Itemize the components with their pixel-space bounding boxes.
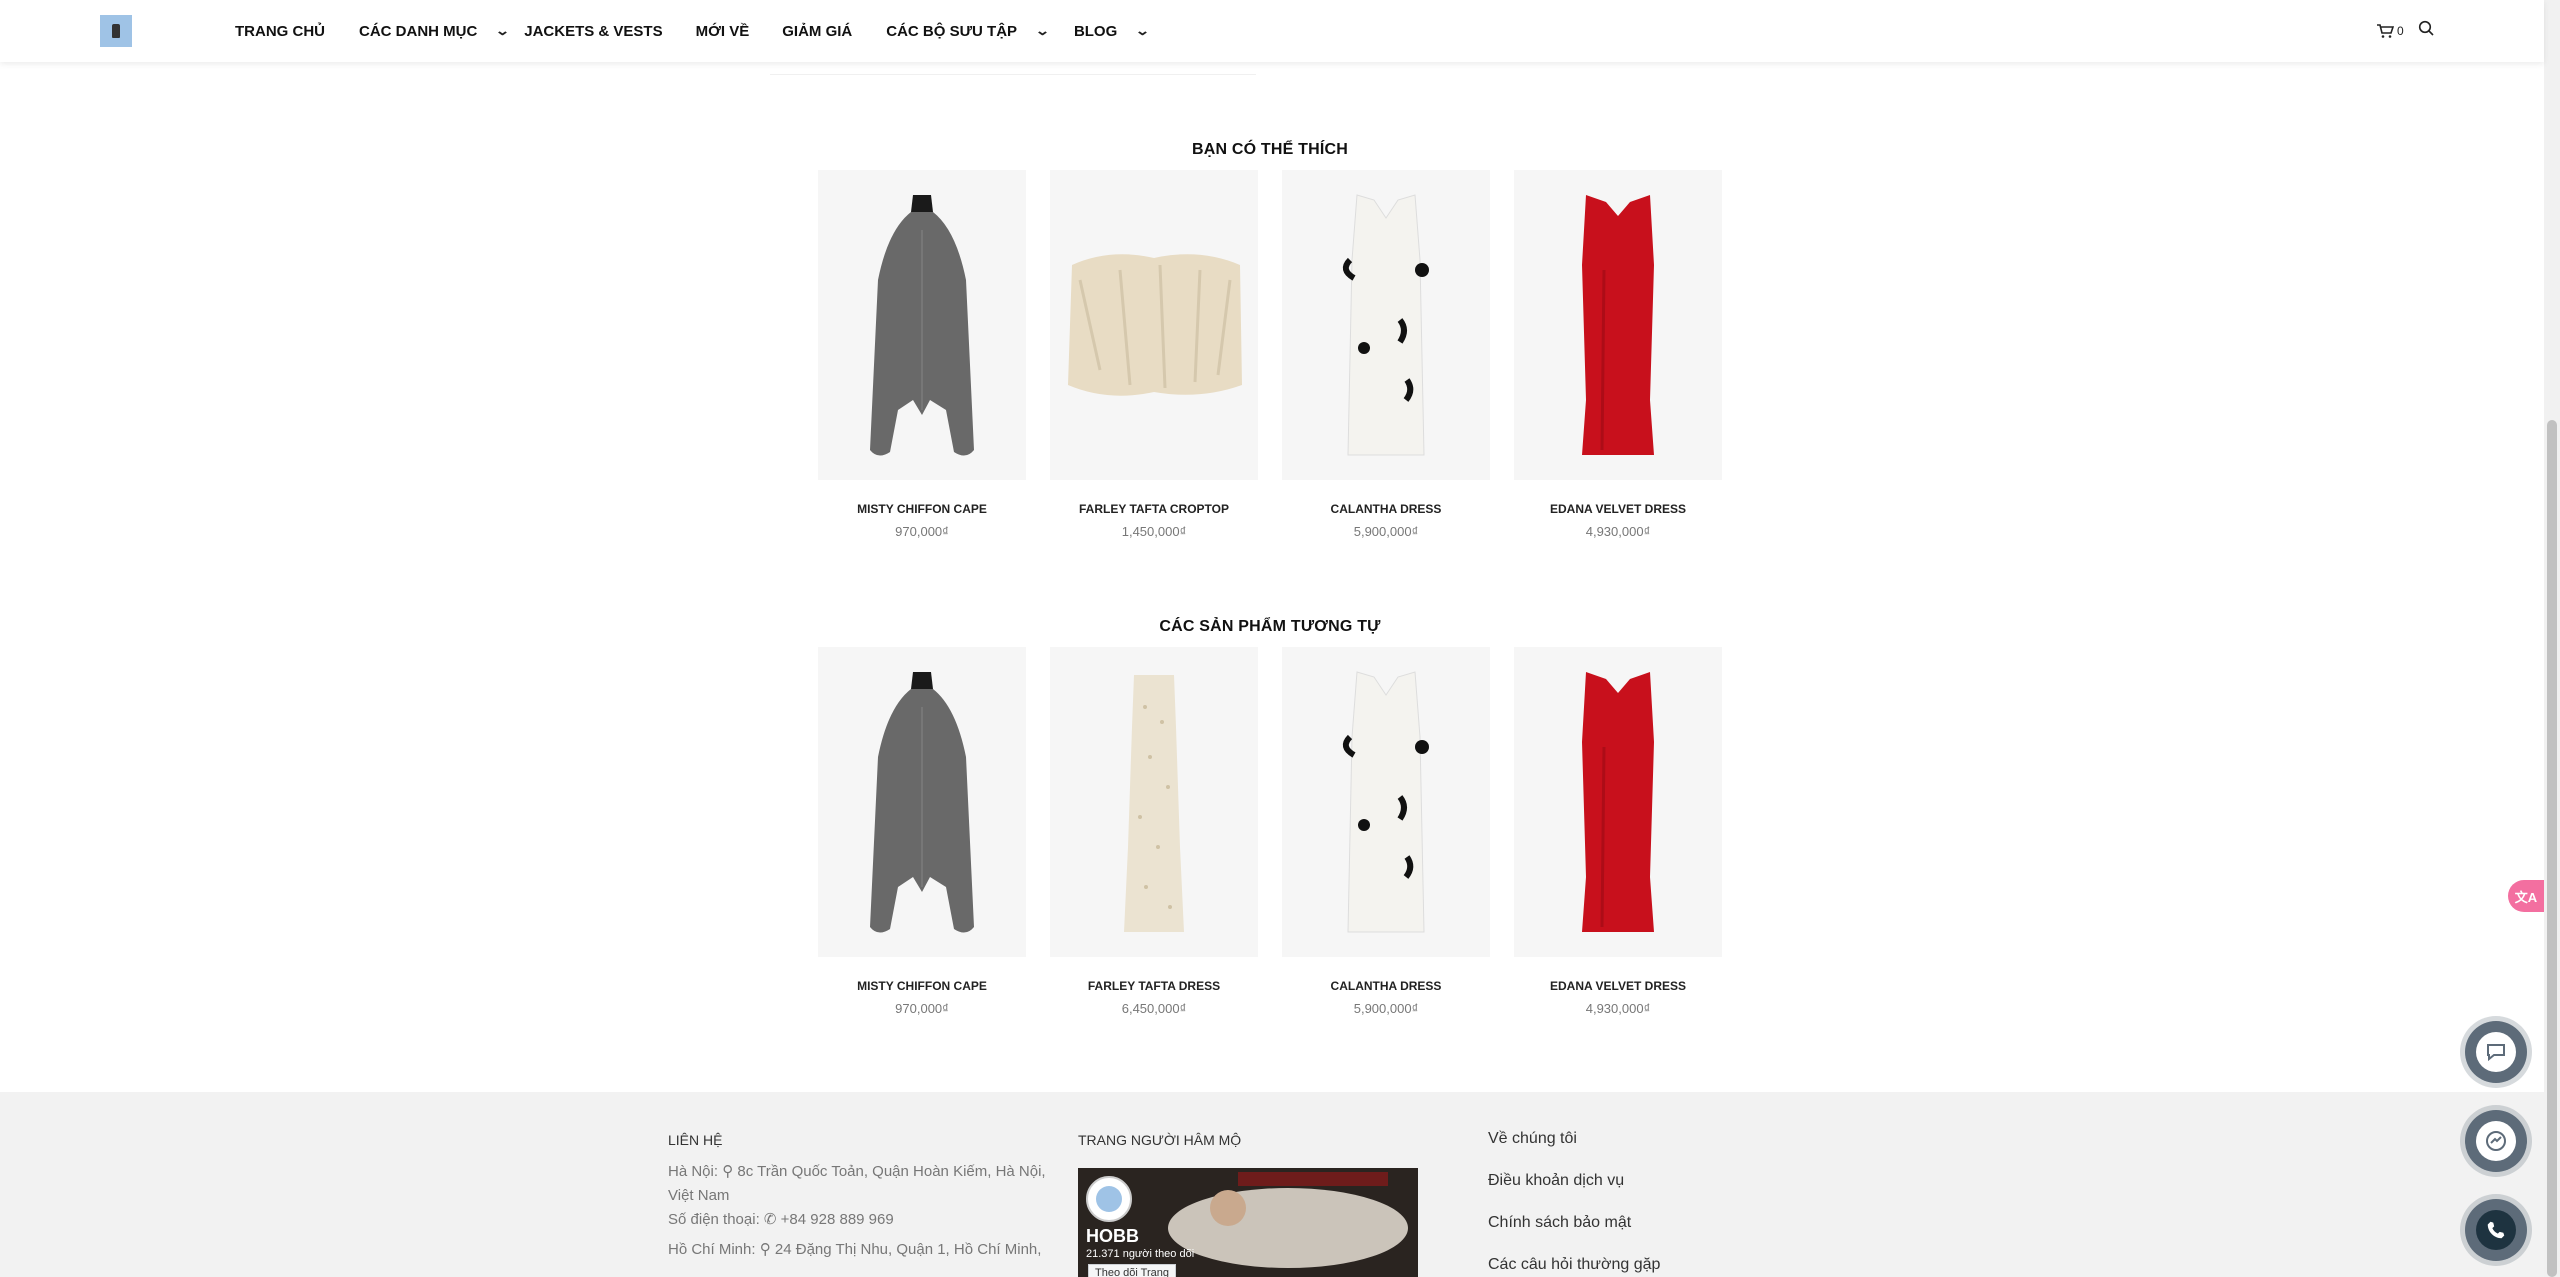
- messenger-icon: [2486, 1131, 2506, 1151]
- nav-item-sale[interactable]: GIẢM GIÁ: [782, 23, 852, 40]
- footer-contact: LIÊN HỆ Hà Nội: ⚲ 8c Trần Quốc Toản, Quậ…: [668, 1132, 1058, 1262]
- product-grid-you-may-like: MISTY CHIFFON CAPE 970,000₫ FARLEY TAFTA…: [818, 170, 1722, 539]
- nav-item-new-arrivals[interactable]: MỚI VỀ: [696, 23, 750, 40]
- product-grid-similar: MISTY CHIFFON CAPE 970,000₫ FARLEY TAFTA…: [818, 647, 1722, 1016]
- header-actions: 0: [2376, 20, 2434, 41]
- product-image[interactable]: [818, 170, 1026, 480]
- product-card[interactable]: CALANTHA DRESS 5,900,000₫: [1282, 170, 1490, 539]
- divider: [770, 74, 1256, 75]
- footer-phone: Số điện thoại: ✆ +84 928 889 969: [668, 1211, 894, 1228]
- phone-icon: ✆: [763, 1211, 777, 1228]
- product-price: 970,000₫: [895, 1001, 949, 1016]
- product-price: 1,450,000₫: [1121, 524, 1187, 539]
- phone-icon: [2487, 1221, 2505, 1239]
- translate-icon[interactable]: 文A: [2508, 880, 2544, 912]
- chat-bubble-icon: [2487, 1044, 2505, 1062]
- footer-links: Về chúng tôi Điều khoản dịch vụ Chính sá…: [1488, 1118, 1788, 1277]
- chevron-down-icon[interactable]: ⌄: [495, 23, 510, 39]
- product-card[interactable]: FARLEY TAFTA CROPTOP 1,450,000₫: [1050, 170, 1258, 539]
- product-name[interactable]: EDANA VELVET DRESS: [1514, 979, 1722, 993]
- scrollbar-thumb[interactable]: [2547, 420, 2557, 1277]
- nav-item-jackets-vests[interactable]: JACKETS & VESTS: [524, 23, 662, 40]
- product-price: 4,930,000₫: [1585, 524, 1651, 539]
- nav-item-categories[interactable]: CÁC DANH MỤC ⌄: [359, 23, 510, 40]
- chevron-down-icon[interactable]: ⌄: [1035, 23, 1050, 39]
- product-name[interactable]: FARLEY TAFTA DRESS: [1050, 979, 1258, 993]
- nav-item-blog[interactable]: BLOG ⌄: [1074, 23, 1150, 40]
- location-pin-icon: ⚲: [759, 1241, 771, 1258]
- product-name[interactable]: MISTY CHIFFON CAPE: [818, 502, 1026, 516]
- footer-hcm-address: Hồ Chí Minh: ⚲ 24 Đặng Thị Nhu, Quận 1, …: [668, 1241, 1042, 1258]
- cart-count: 0: [2397, 23, 2404, 38]
- footer-fanpage: TRANG NGƯỜI HÂM MỘ HOBB 21.371 người the…: [1078, 1132, 1438, 1277]
- product-card[interactable]: EDANA VELVET DRESS 4,930,000₫: [1514, 647, 1722, 1016]
- nav-item-home[interactable]: TRANG CHỦ: [235, 23, 325, 40]
- product-image[interactable]: [1282, 647, 1490, 957]
- main-nav: TRANG CHỦ CÁC DANH MỤC ⌄ JACKETS & VESTS …: [235, 0, 1150, 62]
- fanpage-avatar[interactable]: [1086, 1176, 1132, 1222]
- footer-contact-heading: LIÊN HỆ: [668, 1132, 723, 1148]
- footer-link-about[interactable]: Về chúng tôi: [1488, 1118, 1788, 1160]
- product-price: 970,000₫: [895, 524, 949, 539]
- site-header: TRANG CHỦ CÁC DANH MỤC ⌄ JACKETS & VESTS …: [0, 0, 2544, 62]
- product-image[interactable]: [818, 647, 1026, 957]
- section-title-you-may-like: BẠN CÓ THỂ THÍCH: [1191, 141, 1349, 158]
- product-name[interactable]: EDANA VELVET DRESS: [1514, 502, 1722, 516]
- product-image[interactable]: [1514, 170, 1722, 480]
- product-card[interactable]: EDANA VELVET DRESS 4,930,000₫: [1514, 170, 1722, 539]
- fanpage-follow-button[interactable]: Theo dõi Trang: [1088, 1264, 1176, 1277]
- product-price: 4,930,000₫: [1585, 1001, 1651, 1016]
- product-name[interactable]: MISTY CHIFFON CAPE: [818, 979, 1026, 993]
- product-card[interactable]: MISTY CHIFFON CAPE 970,000₫: [818, 647, 1026, 1016]
- search-button[interactable]: [2418, 20, 2434, 41]
- facebook-page-widget[interactable]: HOBB 21.371 người theo dõi Theo dõi Tran…: [1078, 1168, 1418, 1277]
- footer-hanoi-address: Hà Nội: ⚲ 8c Trần Quốc Toản, Quận Hoàn K…: [668, 1163, 1046, 1204]
- footer-link-faq[interactable]: Các câu hỏi thường gặp: [1488, 1244, 1788, 1277]
- product-name[interactable]: FARLEY TAFTA CROPTOP: [1050, 502, 1258, 516]
- location-pin-icon: ⚲: [722, 1163, 734, 1180]
- footer-link-terms[interactable]: Điều khoản dịch vụ: [1488, 1160, 1788, 1202]
- cart-icon: [2377, 23, 2394, 38]
- zalo-chat-button[interactable]: [2465, 1021, 2527, 1083]
- product-image[interactable]: [1514, 647, 1722, 957]
- product-image[interactable]: [1050, 647, 1258, 957]
- product-name[interactable]: CALANTHA DRESS: [1282, 979, 1490, 993]
- section-title-similar-products: CÁC SẢN PHẨM TƯƠNG TỰ: [1159, 618, 1381, 635]
- product-name[interactable]: CALANTHA DRESS: [1282, 502, 1490, 516]
- product-image[interactable]: [1050, 170, 1258, 480]
- product-card[interactable]: CALANTHA DRESS 5,900,000₫: [1282, 647, 1490, 1016]
- search-icon: [2418, 20, 2434, 36]
- product-card[interactable]: FARLEY TAFTA DRESS 6,450,000₫: [1050, 647, 1258, 1016]
- product-price: 6,450,000₫: [1121, 1001, 1187, 1016]
- footer-link-privacy[interactable]: Chính sách bảo mật: [1488, 1202, 1788, 1244]
- product-image[interactable]: [1282, 170, 1490, 480]
- fanpage-name[interactable]: HOBB: [1086, 1226, 1139, 1247]
- product-price: 5,900,000₫: [1353, 1001, 1419, 1016]
- cart-button[interactable]: 0: [2376, 23, 2404, 39]
- product-card[interactable]: MISTY CHIFFON CAPE 970,000₫: [818, 170, 1026, 539]
- footer-fanpage-heading: TRANG NGƯỜI HÂM MỘ: [1078, 1132, 1242, 1148]
- messenger-button[interactable]: [2465, 1110, 2527, 1172]
- fanpage-followers: 21.371 người theo dõi: [1086, 1248, 1195, 1260]
- site-logo[interactable]: [100, 15, 132, 47]
- nav-item-collections[interactable]: CÁC BỘ SƯU TẬP ⌄: [886, 23, 1050, 40]
- phone-call-button[interactable]: [2465, 1199, 2527, 1261]
- chevron-down-icon[interactable]: ⌄: [1135, 23, 1150, 39]
- site-footer: LIÊN HỆ Hà Nội: ⚲ 8c Trần Quốc Toản, Quậ…: [0, 1092, 2544, 1277]
- product-price: 5,900,000₫: [1353, 524, 1419, 539]
